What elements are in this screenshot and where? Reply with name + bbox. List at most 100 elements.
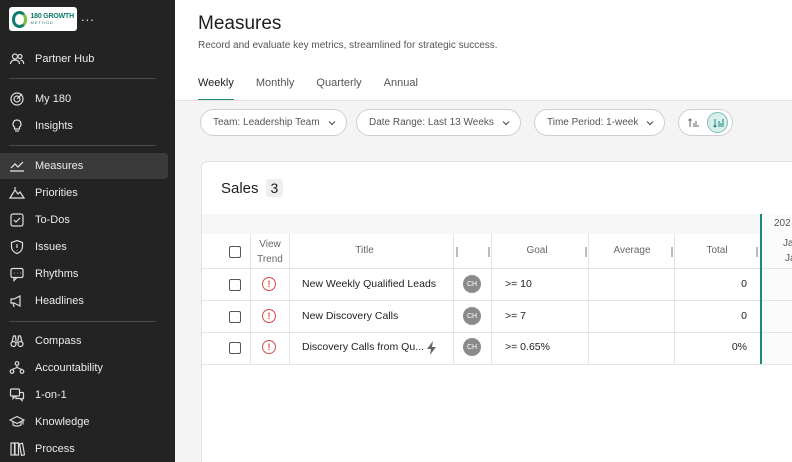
trend-alert-icon[interactable]: ! <box>262 340 276 354</box>
sidebar-item-headlines[interactable]: Headlines <box>0 288 168 314</box>
tab-monthly[interactable]: Monthly <box>256 76 295 101</box>
row-divider <box>202 268 792 269</box>
goal-value: >= 7 <box>505 310 527 322</box>
column-divider <box>491 234 492 364</box>
sidebar-item-priorities[interactable]: Priorities <box>0 180 168 206</box>
count-badge: 3 <box>265 179 284 197</box>
date-range-dropdown[interactable]: Date Range: Last 13 Weeks <box>356 109 521 136</box>
sort-descending-button[interactable] <box>707 112 728 133</box>
chart-line-icon <box>10 161 24 172</box>
megaphone-icon <box>10 295 21 308</box>
page-title: Measures <box>198 13 282 34</box>
row-checkbox[interactable] <box>229 279 241 291</box>
shield-alert-icon <box>10 239 24 255</box>
team-filter-dropdown[interactable]: Team: Leadership Team <box>200 109 347 136</box>
measure-title[interactable]: Discovery Calls from Qu... <box>302 341 424 353</box>
view-trend-header-line2: Trend <box>257 254 283 265</box>
avatar[interactable]: CH <box>463 307 481 325</box>
row-checkbox[interactable] <box>229 342 241 354</box>
tab-quarterly[interactable]: Quarterly <box>316 76 361 101</box>
sidebar-item-label: Partner Hub <box>35 53 95 65</box>
column-divider <box>588 234 589 364</box>
graduation-cap-icon <box>9 415 25 427</box>
trend-alert-icon[interactable]: ! <box>262 309 276 323</box>
view-trend-header: View Trend <box>252 237 288 267</box>
column-resize-handle[interactable] <box>756 247 758 257</box>
sidebar-item-label: Compass <box>35 335 82 347</box>
users-icon <box>9 53 25 65</box>
target-icon <box>10 92 24 106</box>
measure-title[interactable]: New Discovery Calls <box>302 310 398 322</box>
sidebar-item-label: Knowledge <box>35 416 90 428</box>
chevron-down-icon <box>646 120 654 125</box>
tab-weekly[interactable]: Weekly <box>198 76 234 101</box>
column-resize-handle[interactable] <box>456 247 458 257</box>
avatar[interactable]: CH <box>463 338 481 356</box>
sort-ascending-icon <box>687 117 698 127</box>
logo-text: 180 GROWTH <box>30 13 74 20</box>
measure-title[interactable]: New Weekly Qualified Leads <box>302 278 436 290</box>
column-divider <box>250 234 251 364</box>
page-subtitle: Record and evaluate key metrics, streaml… <box>198 40 498 51</box>
card-title: Sales <box>221 179 259 197</box>
row-divider <box>202 300 792 301</box>
column-resize-handle[interactable] <box>585 247 587 257</box>
sidebar-item-label: 1-on-1 <box>35 389 67 401</box>
avatar[interactable]: CH <box>463 275 481 293</box>
sidebar-item-process[interactable]: Process <box>0 436 168 462</box>
time-period-dropdown[interactable]: Time Period: 1-week <box>534 109 666 136</box>
chat-icon <box>10 267 24 282</box>
sidebar-item-label: Priorities <box>35 187 78 199</box>
column-resize-handle[interactable] <box>488 247 490 257</box>
total-value: 0 <box>741 278 747 290</box>
sidebar-item-issues[interactable]: Issues <box>0 234 168 260</box>
card-header: Sales 3 <box>221 179 284 197</box>
view-trend-header-line1: View <box>259 239 281 250</box>
sidebar-item-rhythms[interactable]: Rhythms <box>0 261 168 287</box>
total-column-header[interactable]: Total <box>682 245 752 256</box>
total-value: 0 <box>741 310 747 322</box>
title-column-header[interactable]: Title <box>292 245 437 256</box>
sidebar-item-compass[interactable]: Compass <box>0 328 168 354</box>
row-divider <box>202 364 792 365</box>
sidebar-item-my-180[interactable]: My 180 <box>0 86 168 112</box>
sidebar-item-insights[interactable]: Insights <box>0 113 168 139</box>
sidebar-item-accountability[interactable]: Accountability <box>0 355 168 381</box>
workspace-menu-button[interactable]: ... <box>81 9 95 24</box>
conversation-icon <box>9 388 25 402</box>
sidebar-divider <box>9 78 156 79</box>
sidebar-divider <box>9 145 156 146</box>
chevron-down-icon <box>328 120 335 125</box>
books-icon <box>10 442 25 457</box>
average-column-header[interactable]: Average <box>592 245 672 256</box>
time-period-label: Time Period: 1-week <box>547 117 639 128</box>
logo-ring-icon <box>12 10 28 28</box>
view-toggle-group <box>678 109 733 136</box>
date-month: Ja <box>783 238 792 249</box>
goal-value: >= 10 <box>505 278 532 290</box>
sidebar-item-to-dos[interactable]: To-Dos <box>0 207 168 233</box>
checkbox-icon <box>10 213 24 227</box>
date-range-label: Date Range: Last 13 Weeks <box>369 117 494 128</box>
lightbulb-icon <box>12 119 22 132</box>
sidebar-item-1-on-1[interactable]: 1-on-1 <box>0 382 168 408</box>
brand[interactable]: 180 GROWTH METHOD ... <box>9 7 95 31</box>
filter-bar: Team: Leadership Team Date Range: Last 1… <box>175 101 792 145</box>
sort-ascending-button[interactable] <box>682 112 703 133</box>
table-header-strip <box>202 214 792 234</box>
tab-annual[interactable]: Annual <box>384 76 418 101</box>
select-all-checkbox[interactable] <box>229 246 241 258</box>
brand-logo[interactable]: 180 GROWTH METHOD <box>9 7 77 31</box>
sidebar-item-partner-hub[interactable]: Partner Hub <box>0 46 168 72</box>
org-chart-icon <box>9 361 25 374</box>
sidebar-item-label: Process <box>35 443 75 455</box>
sidebar: 180 GROWTH METHOD ... Partner Hub My 180… <box>0 0 175 462</box>
column-resize-handle[interactable] <box>671 247 673 257</box>
trend-alert-icon[interactable]: ! <box>262 277 276 291</box>
sidebar-item-measures[interactable]: Measures <box>0 153 168 179</box>
row-checkbox[interactable] <box>229 311 241 323</box>
sidebar-item-knowledge[interactable]: Knowledge <box>0 409 168 435</box>
column-divider <box>674 234 675 364</box>
goal-column-header[interactable]: Goal <box>497 245 577 256</box>
date-month-secondary: Ja <box>785 253 792 264</box>
